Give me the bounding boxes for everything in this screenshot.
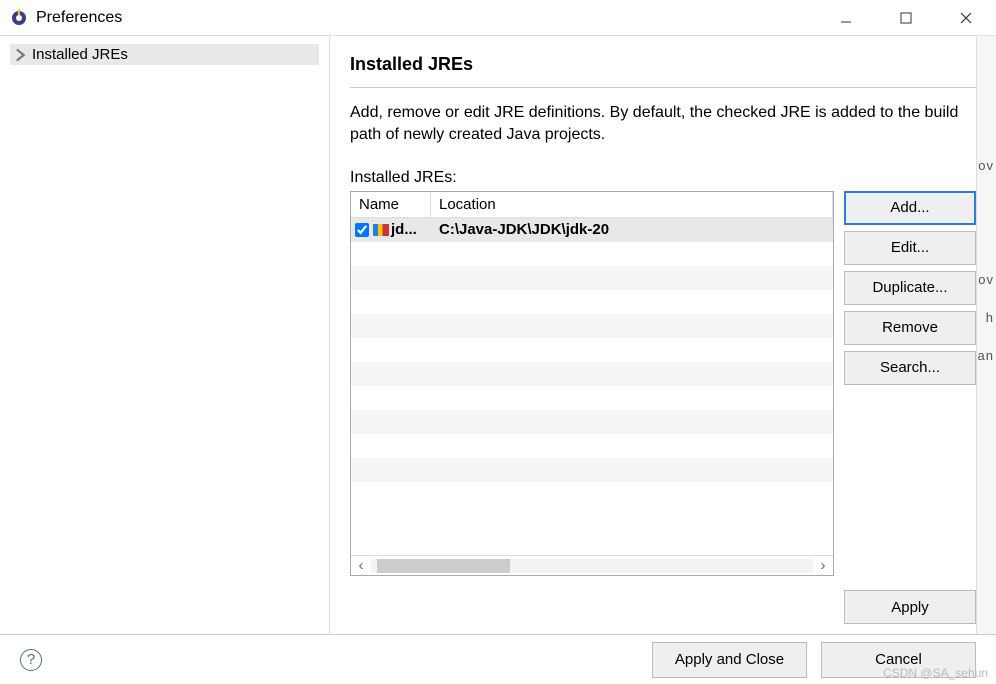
remove-button[interactable]: Remove [844, 311, 976, 345]
sidebar: Installed JREs [0, 36, 330, 634]
main-area: Installed JREs Installed JREs Add, remov… [0, 36, 996, 634]
cell-location: C:\Java-JDK\JDK\jdk-20 [431, 221, 833, 238]
footer: ? Apply and Close Cancel [0, 634, 996, 684]
jre-table: Name Location jd... C:\Java-JDK\JDK\jdk-… [350, 191, 834, 576]
apply-button[interactable]: Apply [844, 590, 976, 624]
chevron-right-icon [14, 48, 28, 62]
cell-name: jd... [351, 221, 431, 238]
search-button[interactable]: Search... [844, 351, 976, 385]
window-title: Preferences [36, 9, 122, 27]
add-button[interactable]: Add... [844, 191, 976, 225]
app-icon [10, 9, 28, 27]
table-label: Installed JREs: [350, 169, 976, 187]
sidebar-item-installed-jres[interactable]: Installed JREs [10, 44, 319, 65]
watermark: CSDN @SA_sehun [883, 666, 988, 680]
duplicate-button[interactable]: Duplicate... [844, 271, 976, 305]
scroll-left-icon[interactable]: ‹ [351, 557, 371, 574]
jre-checkbox[interactable] [355, 223, 369, 237]
jre-name-text: jd... [391, 221, 417, 238]
table-row[interactable]: jd... C:\Java-JDK\JDK\jdk-20 [351, 218, 833, 242]
column-header-name[interactable]: Name [351, 192, 431, 217]
page-description: Add, remove or edit JRE definitions. By … [350, 88, 976, 161]
content-panel: Installed JREs Add, remove or edit JRE d… [330, 36, 996, 634]
window-controls [816, 0, 996, 35]
sidebar-item-label: Installed JREs [32, 46, 128, 63]
apply-and-close-button[interactable]: Apply and Close [652, 642, 807, 678]
table-header: Name Location [351, 192, 833, 218]
horizontal-scrollbar[interactable]: ‹ › [351, 555, 833, 575]
titlebar: Preferences [0, 0, 996, 36]
apply-row: Apply [350, 576, 976, 624]
help-icon[interactable]: ? [20, 649, 42, 671]
page-title: Installed JREs [350, 54, 976, 88]
column-header-location[interactable]: Location [431, 192, 833, 217]
close-button[interactable] [936, 0, 996, 35]
jre-icon [373, 224, 389, 236]
table-body: jd... C:\Java-JDK\JDK\jdk-20 [351, 218, 833, 555]
side-buttons: Add... Edit... Duplicate... Remove Searc… [844, 191, 976, 576]
scroll-right-icon[interactable]: › [813, 557, 833, 574]
minimize-button[interactable] [816, 0, 876, 35]
edit-button[interactable]: Edit... [844, 231, 976, 265]
maximize-button[interactable] [876, 0, 936, 35]
